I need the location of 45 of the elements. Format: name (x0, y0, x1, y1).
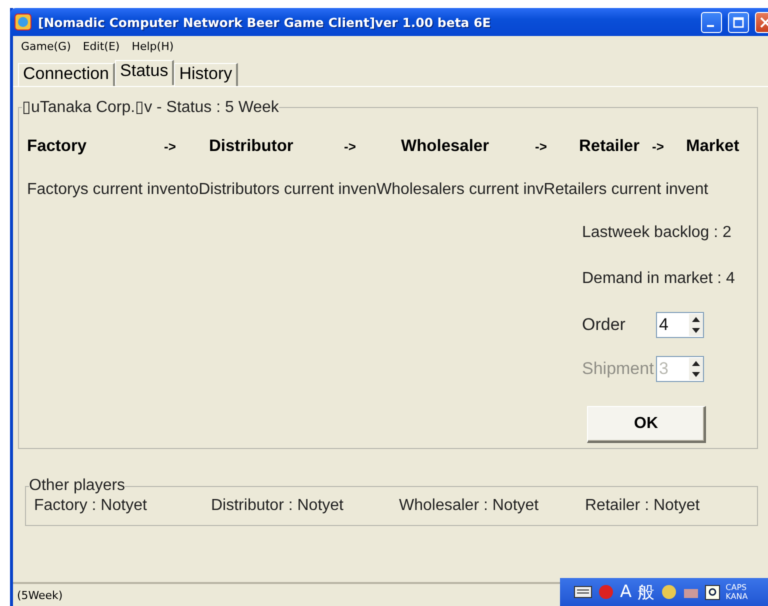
chain-node-label: Factory (27, 137, 88, 156)
chain-node-label: Retailer (579, 137, 641, 156)
player-status: Distributor : Notyet (211, 497, 344, 515)
close-icon (760, 16, 768, 28)
keyboard-icon[interactable] (574, 586, 592, 598)
inventory-label: Factorys current invento (27, 181, 199, 199)
menu-item[interactable]: Game(G) (17, 39, 75, 54)
window-title: [Nomadic Computer Network Beer Game Client]ver 1.00 beta 6E (38, 14, 492, 30)
number-spinner[interactable]: 4 (656, 312, 704, 338)
ok-button[interactable]: OK (587, 406, 706, 443)
minimize-button[interactable] (701, 12, 722, 32)
demand-text: Demand in market : 4 (582, 270, 736, 288)
spin-arrows-icon[interactable] (689, 314, 703, 336)
tab[interactable]: Connection (18, 63, 116, 86)
spinner-label: Order (582, 315, 626, 335)
input-mode-text[interactable]: A (620, 582, 632, 602)
kana-indicator: KANA (726, 592, 748, 601)
player-status: Retailer : Notyet (585, 497, 701, 515)
maximize-button[interactable] (728, 12, 749, 32)
inventory-label: Wholesalers current inv (376, 181, 544, 199)
tab[interactable]: History (174, 63, 238, 86)
app-icon (14, 13, 32, 31)
caps-indicator: CAPS (726, 583, 748, 592)
inventory-label: Distributors current inven (198, 181, 376, 199)
chain-node-label: Wholesaler (401, 137, 490, 156)
backlog-text: Lastweek backlog : 2 (582, 224, 732, 242)
player-status: Factory : Notyet (34, 497, 148, 515)
chain-arrow: -> (535, 139, 548, 154)
group-title: Other players (29, 477, 126, 495)
chain-arrow: -> (652, 139, 665, 154)
chain-node-label: Distributor (209, 137, 294, 156)
minimize-icon (706, 25, 714, 27)
chain-arrow: -> (164, 139, 177, 154)
maximize-icon (733, 16, 744, 28)
inventory-label: Retailers current invent (544, 181, 708, 199)
chain-arrow: -> (344, 139, 357, 154)
menu-item[interactable]: Edit(E) (78, 39, 124, 54)
player-status: Wholesaler : Notyet (399, 497, 540, 515)
status-text: (5Week) (17, 588, 63, 602)
conversion-mode-text[interactable]: 般 (638, 580, 655, 604)
spinner-label: Shipment (582, 359, 655, 379)
group-title: ▯uTanaka Corp.▯v - Status : 5 Week (22, 98, 279, 117)
tab[interactable]: Status (115, 60, 174, 85)
menu-item[interactable]: Help(H) (128, 39, 178, 54)
chain-node-label: Market (686, 137, 740, 156)
